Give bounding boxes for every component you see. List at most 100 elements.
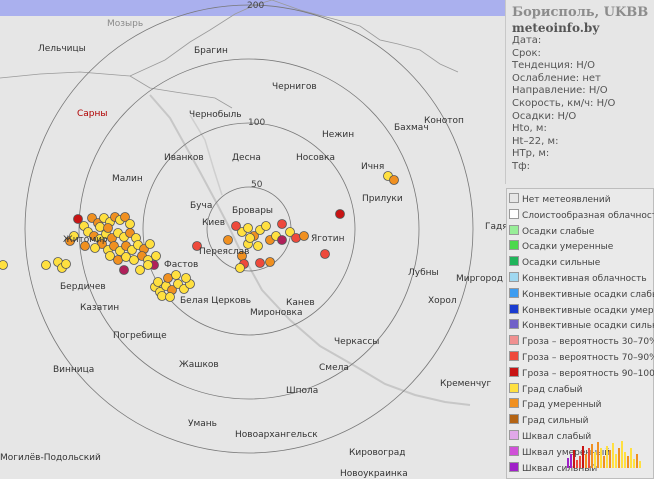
city-label: Яготин [311,234,345,244]
radar-echo-cell [135,265,145,275]
legend-swatch [509,287,519,298]
histogram-bar [606,446,608,468]
legend-swatch [509,366,519,377]
radar-echo-cell [223,235,233,245]
radar-echo-cell [253,241,263,251]
info-row: Дата: [506,35,654,48]
city-label: Умань [188,419,217,429]
info-value: нет [582,72,601,84]
info-label: Направление: [512,85,586,97]
city-label: Прилуки [362,194,403,204]
city-label: Переяслав [199,247,250,257]
legend-swatch [509,240,519,251]
info-row: Tф: [506,161,654,174]
radar-echo-cell [145,239,155,249]
histogram-bar [579,456,581,468]
city-label: Мироновка [250,308,303,318]
ring-label-100: 100 [248,118,266,128]
legend-item: Нет метеоявлений [509,193,611,207]
legend-swatch [509,319,519,330]
info-row: Осадки: Н/О [506,111,654,124]
legend-item: Гроза – вероятность 30–70% [509,335,654,349]
info-row: HTp, м: [506,148,654,161]
city-label: Киев [202,218,226,228]
legend-swatch [509,351,519,361]
city-label: Малин [112,174,143,184]
border-line [129,75,233,109]
city-label: Канев [286,298,315,308]
info-label: Скорость, км/ч: [512,97,594,109]
legend-label: Осадки сильные [522,258,601,269]
info-label: Hto, м: [512,123,547,135]
city-label: Новоархангельск [235,430,318,440]
radar-echo-cell [165,292,175,302]
info-row: Срок: [506,48,654,61]
radar-echo-cell [245,233,255,243]
legend-swatch [509,193,519,203]
radar-echo-cell [320,249,330,259]
legend-item: Конвективные осадки слабые [509,287,654,302]
legend-swatch [509,398,519,409]
radar-echo-cell [235,263,245,273]
city-label: Кировоград [349,448,406,458]
legend-label: Град слабый [522,384,583,395]
city-label: Новоукраинка [340,469,408,479]
info-label: Tф: [512,160,531,172]
info-rows: Дата: Срок: Тенденция: Н/О Ослабление: не… [506,35,654,174]
legend-swatch [509,256,519,267]
radar-echo-cell [143,260,153,270]
station-title: Борисполь, UKBB [512,5,649,20]
radar-echo-cell [125,219,135,229]
radar-echo-cell [0,260,8,270]
city-label: Миргород [456,274,504,284]
radar-echo-cell [265,257,275,267]
legend-swatch [509,208,519,219]
radar-echo-cell [277,235,287,245]
legend-label: Конвективные осадки умерен. [522,305,654,316]
legend-item: Осадки умеренные [509,240,613,254]
legend-swatch [509,382,519,393]
info-label: Срок: [512,47,541,59]
city-label: Могилёв-Подольский [0,453,101,463]
radar-echo-cell [389,175,399,185]
legend-item: Гроза – вероятность 70–90% [509,351,654,365]
info-row: Ослабление: нет [506,73,654,86]
city-label: Лубны [408,268,439,278]
info-panel: Борисполь, UKBB meteoinfo.by Дата: Срок:… [505,0,654,184]
radar-echo-cell [129,255,139,265]
legend-label: Конвективные осадки сильные [522,321,654,332]
echo-histogram [567,441,641,468]
histogram-bar [600,448,602,468]
city-label: Носовка [296,153,335,163]
histogram-bar [594,452,596,468]
info-value: Н/О [596,97,616,109]
info-value: Н/О [588,85,608,97]
radar-echo-cell [157,291,167,301]
city-label: Смела [319,363,349,373]
histogram-bar [639,461,641,468]
city-label: Мозырь [107,19,144,29]
city-label: Казатин [80,303,120,313]
ring-label-200: 200 [247,1,265,11]
info-row: Тенденция: Н/О [506,60,654,73]
legend-swatch [509,414,519,425]
city-label: Житомир [63,235,108,245]
info-row: Ht–22, м: [506,136,654,149]
city-label: Ичня [361,162,385,172]
city-label: Чернобыль [189,110,242,120]
info-label: Тенденция: [512,60,574,72]
legend-label: Гроза – вероятность 70–90% [522,353,654,363]
info-row: Hto, м: [506,123,654,136]
legend-item: Конвективные осадки умерен. [509,303,654,318]
radar-echo-cell [255,258,265,268]
legend-swatch [509,445,519,456]
legend-item: Град умеренный [509,398,601,412]
radar-echo-cell [171,270,181,280]
info-value: Н/О [557,110,577,122]
legend-swatch [509,272,519,282]
city-label: Хорол [428,296,457,306]
info-value: Н/О [576,60,596,72]
legend-item: Конвективные осадки сильные [509,319,654,333]
city-label: Сарны [77,109,108,119]
legend-swatch [509,224,519,235]
